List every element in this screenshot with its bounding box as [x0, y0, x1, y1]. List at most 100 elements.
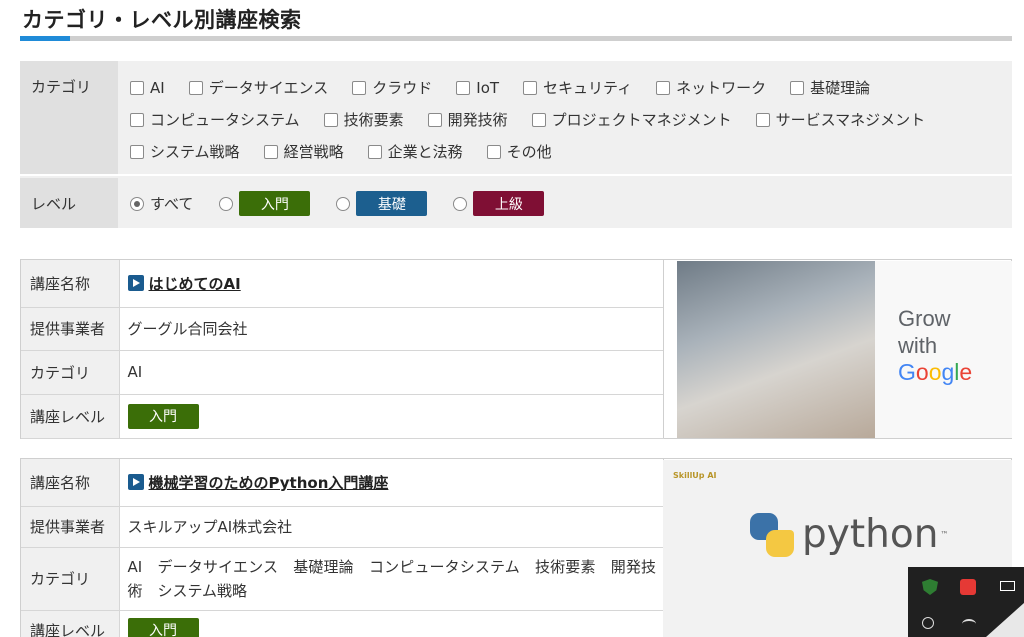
level-basic-badge: 基礎 [356, 191, 428, 216]
checkbox-icon[interactable] [352, 80, 367, 95]
category-checkbox-label: ネットワーク [676, 79, 767, 97]
radio-checked-icon[interactable] [130, 196, 144, 211]
category-checkbox-label: 経営戦略 [283, 143, 344, 161]
course-thumbnail[interactable]: Grow with Google [677, 261, 1012, 438]
column-divider [663, 260, 664, 438]
battery-icon[interactable] [1000, 581, 1015, 591]
course-card: 講座名称 はじめてのAI 提供事業者 グーグル合同会社 カテゴリ AI 講座レベ… [20, 259, 1012, 439]
checkbox-icon[interactable] [323, 112, 338, 127]
security-shield-icon[interactable] [922, 579, 938, 595]
category-value: AI [119, 350, 664, 395]
level-radio-advanced[interactable]: 上級 [453, 191, 545, 216]
category-options-row-2: コンピュータシステム 技術要素 開発技術 プロジェクトマネジメント サービスマネジメント [130, 109, 949, 130]
checkbox-icon[interactable] [531, 112, 546, 127]
checkbox-icon[interactable] [188, 80, 203, 95]
robot-arm-photo [677, 261, 875, 438]
screenpresso-corner-icon[interactable] [986, 603, 1024, 637]
wifi-icon[interactable] [962, 619, 976, 629]
level-options: すべて 入門 基礎 上級 [118, 178, 1012, 228]
level-header: 講座レベル [21, 610, 120, 637]
category-checkbox-label: セキュリティ [543, 79, 633, 97]
grow-text: Grow [898, 306, 951, 331]
checkbox-icon[interactable] [656, 80, 671, 95]
provider-header: 提供事業者 [21, 307, 120, 351]
level-beginner-badge: 入門 [239, 191, 311, 216]
course-info-table: 講座名称 はじめてのAI 提供事業者 グーグル合同会社 カテゴリ AI 講座レベ… [21, 260, 664, 439]
level-radio-beginner[interactable]: 入門 [219, 191, 311, 216]
checkbox-icon[interactable] [130, 144, 144, 159]
category-checkbox-label: コンピュータシステム [150, 111, 300, 129]
pocket-app-icon[interactable] [960, 579, 976, 595]
category-checkbox-label: クラウド [372, 79, 433, 97]
category-value: AI データサイエンス 基礎理論 コンピュータシステム 技術要素 開発技術 シス… [119, 547, 664, 611]
category-checkbox-item[interactable]: その他 [486, 141, 552, 162]
category-checkbox-item[interactable]: 技術要素 [323, 109, 404, 130]
category-checkbox-label: サービスマネジメント [775, 111, 926, 129]
category-checkbox-label: 開発技術 [447, 111, 508, 129]
category-checkbox-label: その他 [506, 143, 552, 161]
category-checkbox-item[interactable]: 企業と法務 [367, 141, 463, 162]
checkbox-icon[interactable] [755, 112, 770, 127]
radio-icon[interactable] [219, 196, 234, 211]
checkbox-icon[interactable] [523, 80, 538, 95]
category-header: カテゴリ [21, 350, 120, 395]
checkbox-icon[interactable] [263, 144, 278, 159]
checkbox-icon[interactable] [130, 80, 144, 95]
camera-icon[interactable] [922, 617, 934, 629]
play-icon [127, 275, 144, 292]
level-all-label: すべて [150, 195, 194, 213]
python-logo: python ™ [750, 512, 948, 557]
checkbox-icon[interactable] [486, 144, 501, 159]
provider-value: スキルアップAI株式会社 [119, 506, 664, 548]
category-checkbox-item[interactable]: コンピュータシステム [130, 109, 300, 130]
category-filter-label: カテゴリ [20, 61, 118, 174]
provider-value: グーグル合同会社 [119, 307, 664, 351]
checkbox-icon[interactable] [367, 144, 382, 159]
category-checkbox-item[interactable]: プロジェクトマネジメント [531, 109, 732, 130]
radio-icon[interactable] [336, 196, 351, 211]
filter-panel: カテゴリ AI データサイエンス クラウド IoT セキュリティ ネットワーク 基礎理論 コ… [20, 61, 1012, 228]
category-checkbox-item[interactable]: IoT [456, 79, 499, 97]
course-name-header: 講座名称 [21, 260, 120, 308]
course-level-badge: 入門 [127, 617, 199, 637]
level-radio-all[interactable]: すべて [130, 193, 193, 214]
course-title-link[interactable]: はじめてのAI [127, 273, 241, 294]
level-advanced-badge: 上級 [473, 191, 545, 216]
category-checkbox-item[interactable]: AI [130, 79, 165, 97]
level-header: 講座レベル [21, 394, 120, 439]
level-radio-basic[interactable]: 基礎 [336, 191, 428, 216]
category-checkbox-label: 基礎理論 [810, 79, 871, 97]
category-checkbox-item[interactable]: 経営戦略 [263, 141, 344, 162]
category-checkbox-label: 企業と法務 [387, 143, 463, 161]
level-filter-row: レベル すべて 入門 基礎 上級 [20, 178, 1012, 228]
course-title: 機械学習のためのPython入門講座 [148, 473, 389, 492]
checkbox-icon[interactable] [456, 80, 471, 95]
python-icon [750, 512, 794, 557]
category-checkbox-item[interactable]: ネットワーク [656, 77, 766, 98]
category-checkbox-label: 技術要素 [343, 111, 404, 129]
category-checkbox-label: システム戦略 [150, 143, 240, 161]
category-checkbox-label: プロジェクトマネジメント [551, 111, 732, 129]
category-options-row-3: システム戦略 経営戦略 企業と法務 その他 [130, 141, 576, 162]
title-underline-accent [20, 36, 70, 41]
category-checkbox-item[interactable]: セキュリティ [523, 77, 632, 98]
checkbox-icon[interactable] [130, 112, 144, 127]
course-card: 講座名称 機械学習のためのPython入門講座 提供事業者 スキルアップAI株式… [20, 458, 1012, 637]
category-checkbox-item[interactable]: 開発技術 [427, 109, 508, 130]
category-header: カテゴリ [21, 547, 120, 611]
category-checkbox-item[interactable]: クラウド [352, 77, 432, 98]
category-checkbox-item[interactable]: 基礎理論 [790, 77, 870, 98]
grow-with-google-logo: Grow with Google [898, 305, 972, 386]
category-checkbox-item[interactable]: データサイエンス [188, 77, 329, 98]
category-checkbox-item[interactable]: サービスマネジメント [755, 109, 926, 130]
category-checkbox-item[interactable]: システム戦略 [130, 141, 240, 162]
category-checkbox-label: データサイエンス [208, 79, 329, 97]
checkbox-icon[interactable] [790, 80, 805, 95]
page-title: カテゴリ・レベル別講座検索 [22, 8, 302, 32]
checkbox-icon[interactable] [427, 112, 442, 127]
skillup-ai-logo: SkillUp AI [673, 471, 717, 480]
course-title-link[interactable]: 機械学習のためのPython入門講座 [127, 472, 389, 493]
course-name-header: 講座名称 [21, 459, 120, 507]
with-text: with [898, 333, 938, 358]
radio-icon[interactable] [453, 196, 468, 211]
